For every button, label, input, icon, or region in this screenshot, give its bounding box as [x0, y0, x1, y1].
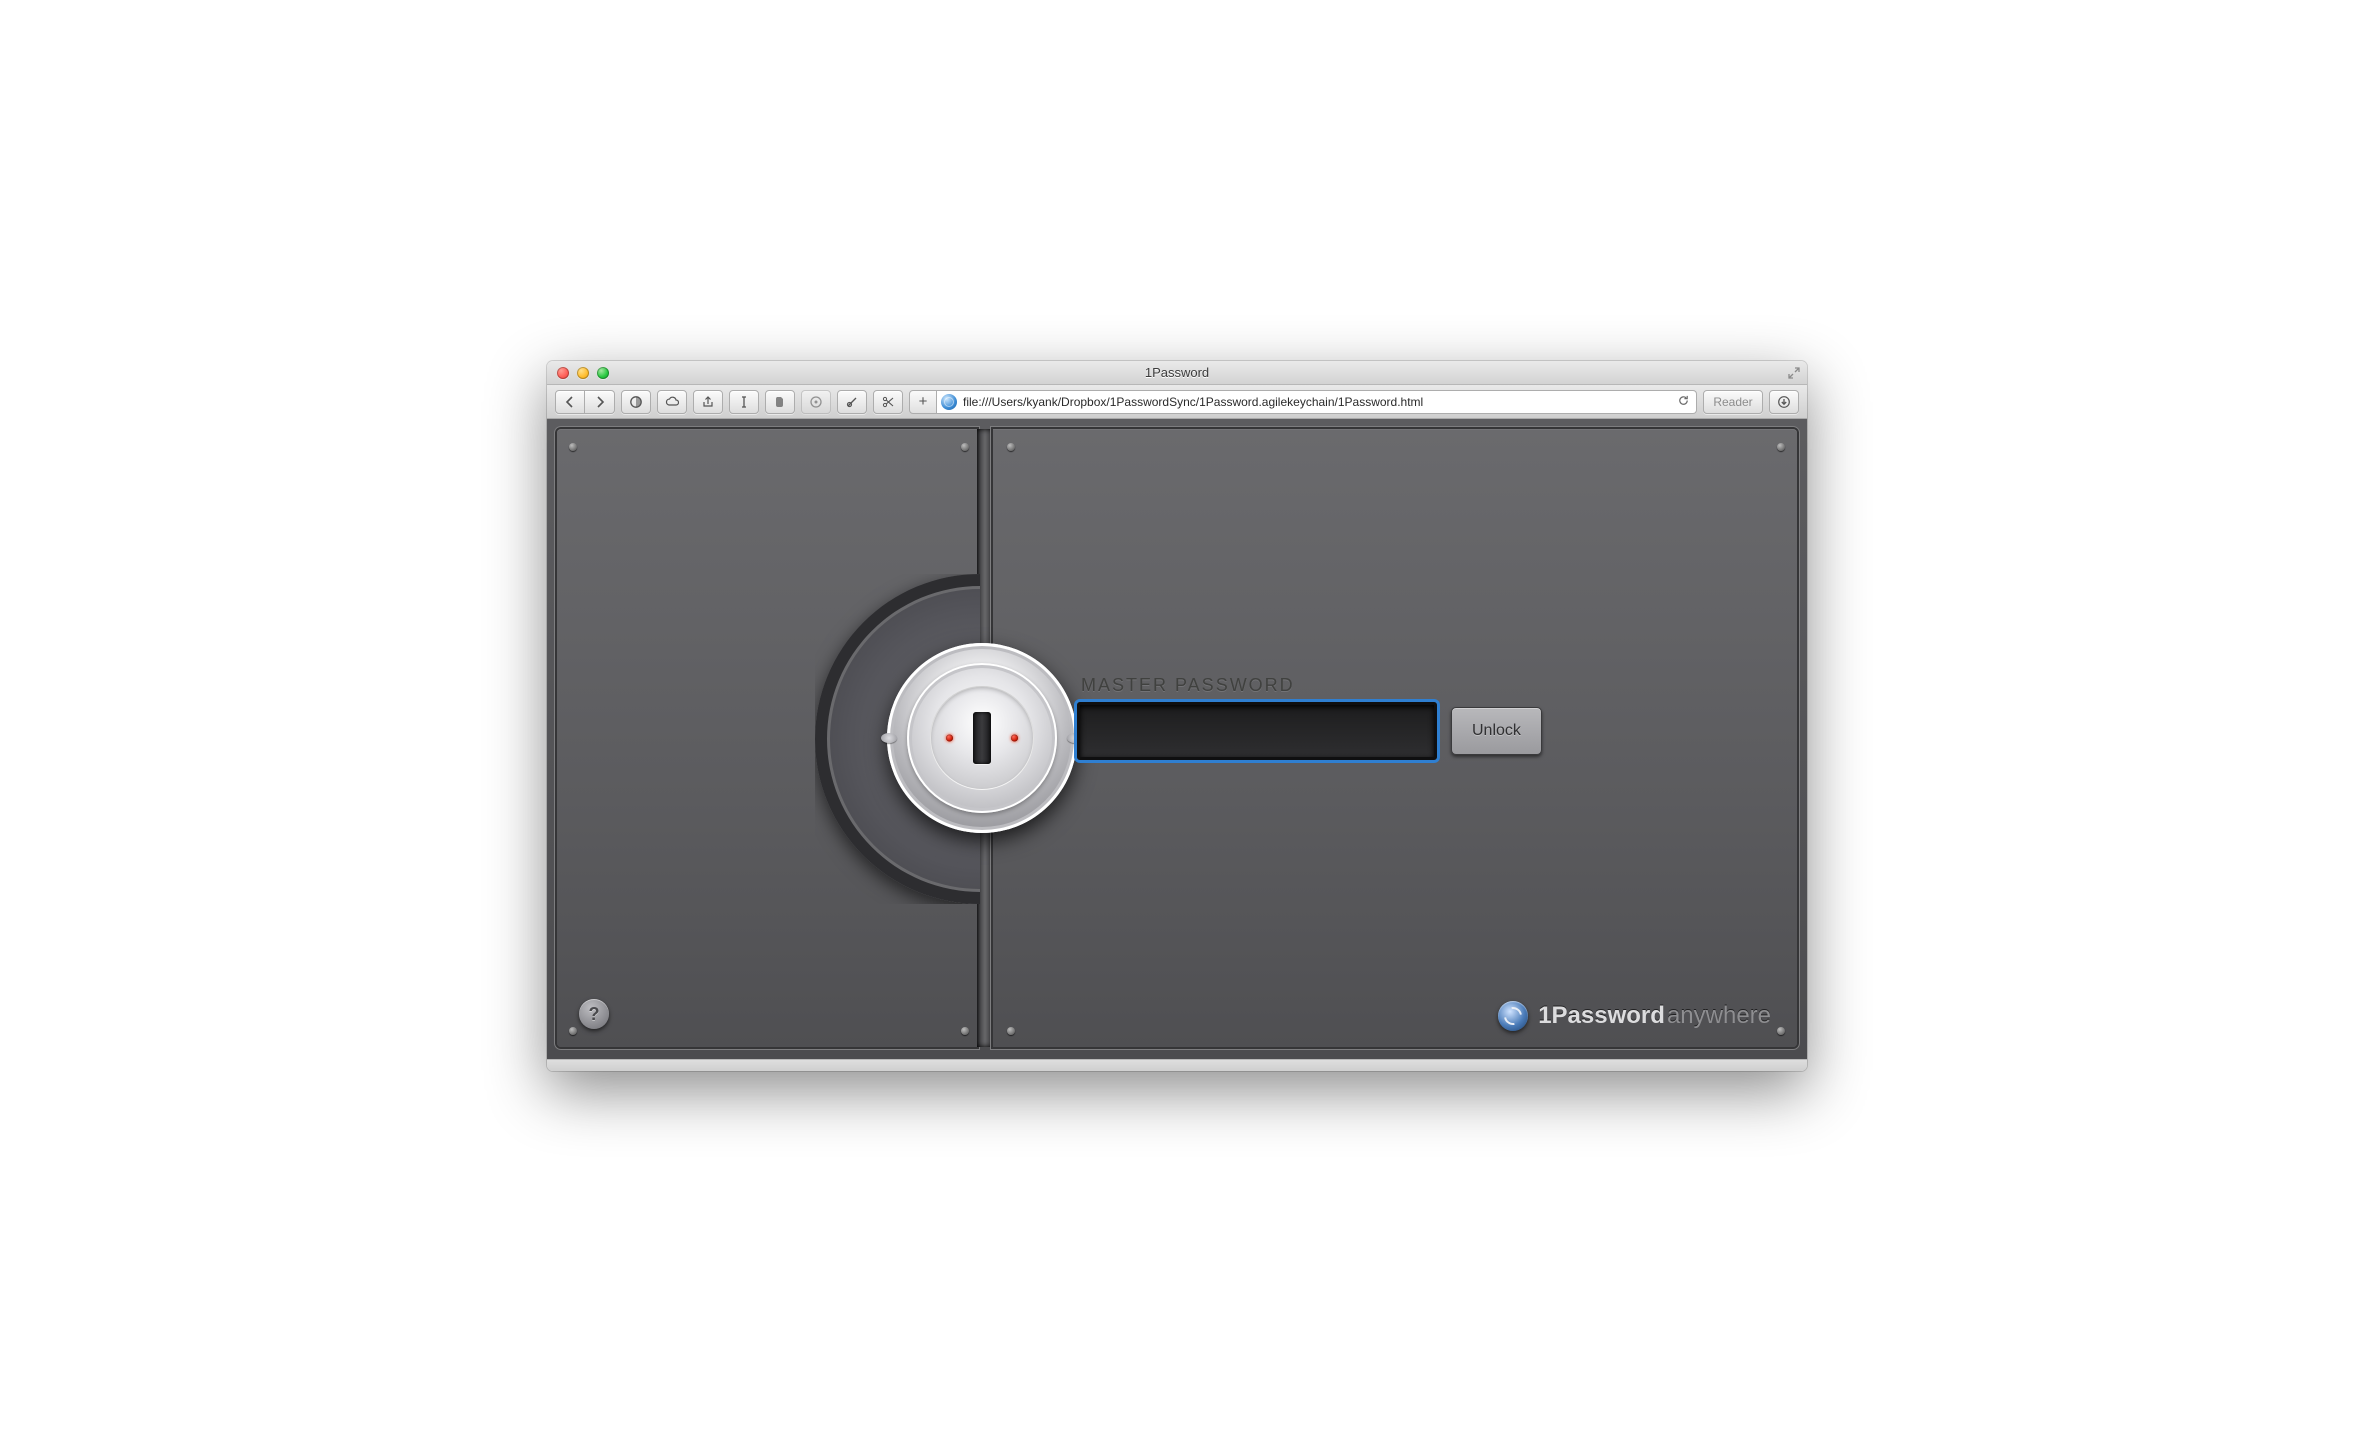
- text-cursor-extension-icon[interactable]: [729, 390, 759, 414]
- address-text: file:///Users/kyank/Dropbox/1PasswordSyn…: [963, 395, 1423, 409]
- mic-extension-icon[interactable]: [837, 390, 867, 414]
- zoom-window-button[interactable]: [597, 367, 609, 379]
- forward-button[interactable]: [585, 390, 615, 414]
- rivet-icon: [1007, 1027, 1015, 1035]
- titlebar: 1Password: [547, 361, 1807, 385]
- address-bar-group: + file:///Users/kyank/Dropbox/1PasswordS…: [909, 390, 1697, 414]
- brand-suffix: anywhere: [1667, 1002, 1771, 1029]
- rivet-icon: [569, 443, 577, 451]
- help-button[interactable]: ?: [579, 999, 609, 1029]
- status-bar: [547, 1059, 1807, 1071]
- nav-back-forward: [555, 390, 615, 414]
- rivet-icon: [569, 1027, 577, 1035]
- close-window-button[interactable]: [557, 367, 569, 379]
- led-indicator-icon: [946, 735, 953, 742]
- scissors-extension-icon[interactable]: [873, 390, 903, 414]
- onepassword-logo-icon: [1498, 1001, 1528, 1031]
- address-bar[interactable]: file:///Users/kyank/Dropbox/1PasswordSyn…: [937, 390, 1697, 414]
- dial-outer-ring: [887, 643, 1077, 833]
- compass-extension-icon[interactable]: [621, 390, 651, 414]
- evernote-extension-icon[interactable]: [765, 390, 795, 414]
- reload-icon[interactable]: [1677, 394, 1690, 410]
- vault-dial: [887, 643, 1077, 833]
- question-mark-icon: ?: [589, 1004, 600, 1025]
- master-password-label: MASTER PASSWORD: [1077, 675, 1747, 696]
- window-controls: [547, 367, 609, 379]
- rivet-icon: [1777, 1027, 1785, 1035]
- master-password-input[interactable]: [1077, 702, 1437, 760]
- dial-inner-ring: [907, 663, 1057, 813]
- window-title: 1Password: [547, 365, 1807, 380]
- rivet-icon: [961, 443, 969, 451]
- keyhole-icon: [973, 712, 991, 764]
- unlock-button[interactable]: Unlock: [1451, 707, 1542, 755]
- rivet-icon: [1777, 443, 1785, 451]
- back-button[interactable]: [555, 390, 585, 414]
- share-button[interactable]: [693, 390, 723, 414]
- add-bookmark-button[interactable]: +: [909, 390, 937, 414]
- dial-face: [930, 686, 1034, 790]
- brand-text: 1Passwordanywhere: [1538, 1002, 1771, 1030]
- globe-favicon-icon: [941, 394, 957, 410]
- plus-icon: +: [919, 394, 928, 409]
- downloads-button[interactable]: [1769, 390, 1799, 414]
- disc-extension-icon[interactable]: [801, 390, 831, 414]
- page-content: MASTER PASSWORD Unlock ? 1Passwordanywhe…: [547, 419, 1807, 1059]
- brand-footer: 1Passwordanywhere: [1498, 1001, 1771, 1031]
- fullscreen-icon[interactable]: [1787, 366, 1801, 380]
- dial-spoke-icon: [881, 733, 897, 743]
- brand-name: 1Password: [1538, 1002, 1665, 1029]
- rivet-icon: [1007, 443, 1015, 451]
- minimize-window-button[interactable]: [577, 367, 589, 379]
- led-indicator-icon: [1011, 735, 1018, 742]
- rivet-icon: [961, 1027, 969, 1035]
- browser-window: 1Password: [547, 361, 1807, 1071]
- unlock-form: MASTER PASSWORD Unlock: [1077, 675, 1747, 760]
- reader-button[interactable]: Reader: [1703, 390, 1763, 414]
- icloud-extension-icon[interactable]: [657, 390, 687, 414]
- browser-toolbar: + file:///Users/kyank/Dropbox/1PasswordS…: [547, 385, 1807, 419]
